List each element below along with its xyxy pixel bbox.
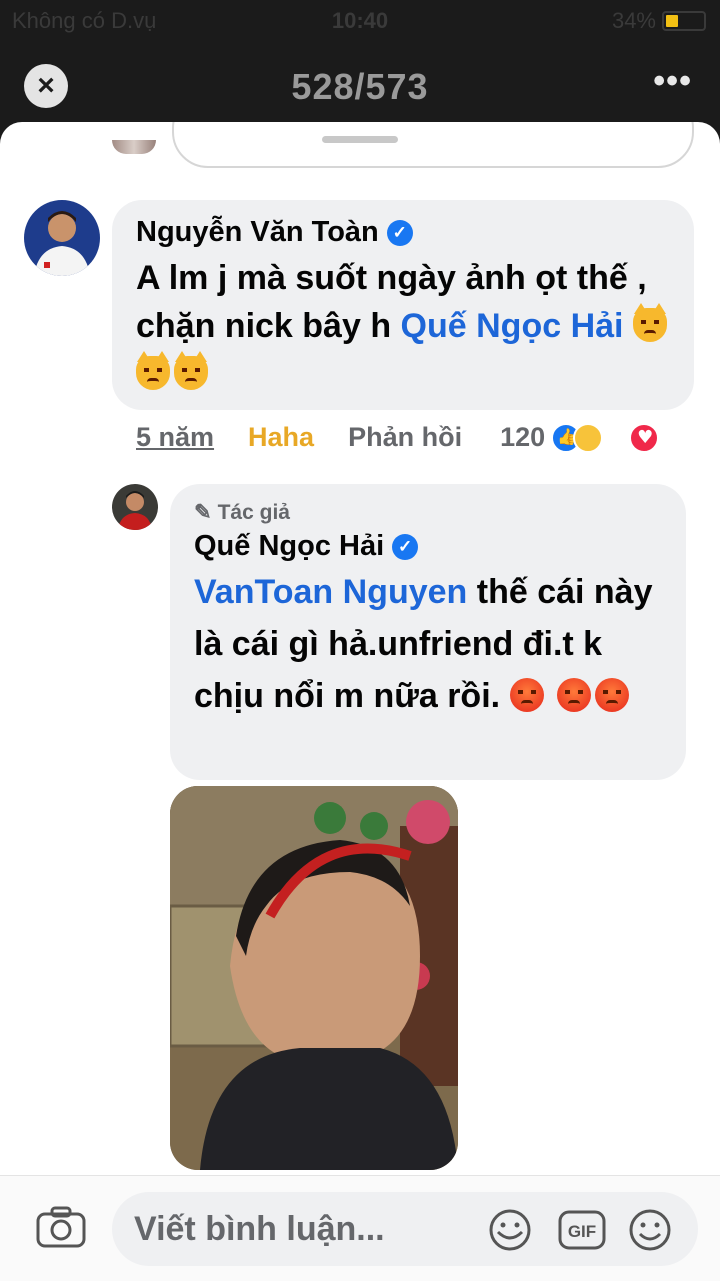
comment-composer: GIF	[0, 1175, 720, 1281]
comment-actions: 5 năm Haha Phản hồi 120	[136, 422, 660, 453]
author-tag-label: Tác giả	[217, 500, 290, 524]
comment-viewer: Không có D.vụ 10:40 34% × 528/573 ••• Ng…	[0, 0, 720, 1281]
reaction-count[interactable]: 120	[500, 422, 545, 453]
haha-reaction-button[interactable]: Haha	[248, 422, 314, 453]
love-reaction-icon	[629, 422, 660, 453]
more-icon: •••	[653, 62, 692, 100]
angry-face-emoji-icon	[595, 678, 629, 712]
author-tag: ✎ Tác giả	[194, 500, 290, 525]
pouting-cat-emoji-icon	[174, 351, 208, 390]
sticker-icon	[489, 1209, 531, 1251]
camera-button[interactable]	[36, 1206, 86, 1248]
avatar-nguyen-van-toan[interactable]	[24, 200, 100, 276]
mention-link[interactable]: Quế Ngọc Hải	[401, 307, 624, 345]
comment-timestamp[interactable]: 5 năm	[136, 422, 214, 453]
pen-icon: ✎	[194, 501, 212, 524]
emoji-icon	[629, 1209, 671, 1251]
pouting-cat-emoji-icon	[136, 351, 170, 390]
avatar-que-ngoc-hai[interactable]	[112, 484, 158, 530]
battery-percent: 34%	[611, 8, 656, 33]
comment-input-box[interactable]: GIF	[112, 1192, 698, 1266]
reply-button[interactable]: Phản hồi	[348, 422, 462, 453]
gif-button[interactable]: GIF	[558, 1208, 606, 1252]
author-name[interactable]: Quế Ngọc Hải	[194, 530, 384, 563]
gif-icon: GIF	[558, 1210, 606, 1250]
gif-label: GIF	[568, 1222, 596, 1241]
more-options-button[interactable]: •••	[653, 62, 692, 101]
comment-text: A lm j mà suốt ngày ảnh ọt thế , chặn ni…	[136, 254, 684, 398]
sheet-grabber[interactable]	[322, 136, 398, 143]
mention-link[interactable]: VanToan Nguyen	[194, 573, 467, 611]
comment-bubble[interactable]: Nguyễn Văn Toàn ✓ A lm j mà suốt ngày ản…	[112, 200, 694, 410]
battery-level-fill	[666, 15, 678, 27]
viewer-header: × 528/573 •••	[0, 58, 720, 114]
reply-text: VanToan Nguyen thế cái này là cái gì hả.…	[194, 566, 664, 722]
status-bar: Không có D.vụ 10:40 34%	[0, 0, 720, 40]
verified-badge-icon: ✓	[386, 219, 413, 246]
author-name[interactable]: Nguyễn Văn Toàn	[136, 216, 379, 249]
reply-bubble[interactable]: ✎ Tác giả Quế Ngọc Hải ✓ VanToan Nguyen …	[170, 484, 686, 780]
emoji-button[interactable]	[628, 1208, 672, 1252]
comments-sheet[interactable]: Nguyễn Văn Toàn ✓ A lm j mà suốt ngày ản…	[0, 122, 720, 1281]
previous-comment-bubble	[172, 122, 694, 168]
angry-face-emoji-icon	[509, 678, 544, 712]
attached-photo[interactable]	[170, 786, 458, 1170]
previous-comment-avatar	[112, 140, 156, 154]
camera-icon	[36, 1206, 86, 1248]
battery-indicator: 34%	[612, 8, 706, 34]
reply-author[interactable]: Quế Ngọc Hải ✓	[194, 530, 419, 563]
comment-input[interactable]	[134, 1204, 484, 1254]
pouting-cat-emoji-icon	[632, 303, 667, 342]
haha-reaction-icon	[573, 422, 604, 453]
battery-icon	[662, 11, 706, 31]
sticker-button[interactable]	[488, 1208, 532, 1252]
photo-counter: 528/573	[291, 66, 429, 107]
comment-author[interactable]: Nguyễn Văn Toàn ✓	[136, 216, 413, 249]
verified-badge-icon: ✓	[392, 533, 419, 560]
angry-face-emoji-icon	[557, 678, 591, 712]
